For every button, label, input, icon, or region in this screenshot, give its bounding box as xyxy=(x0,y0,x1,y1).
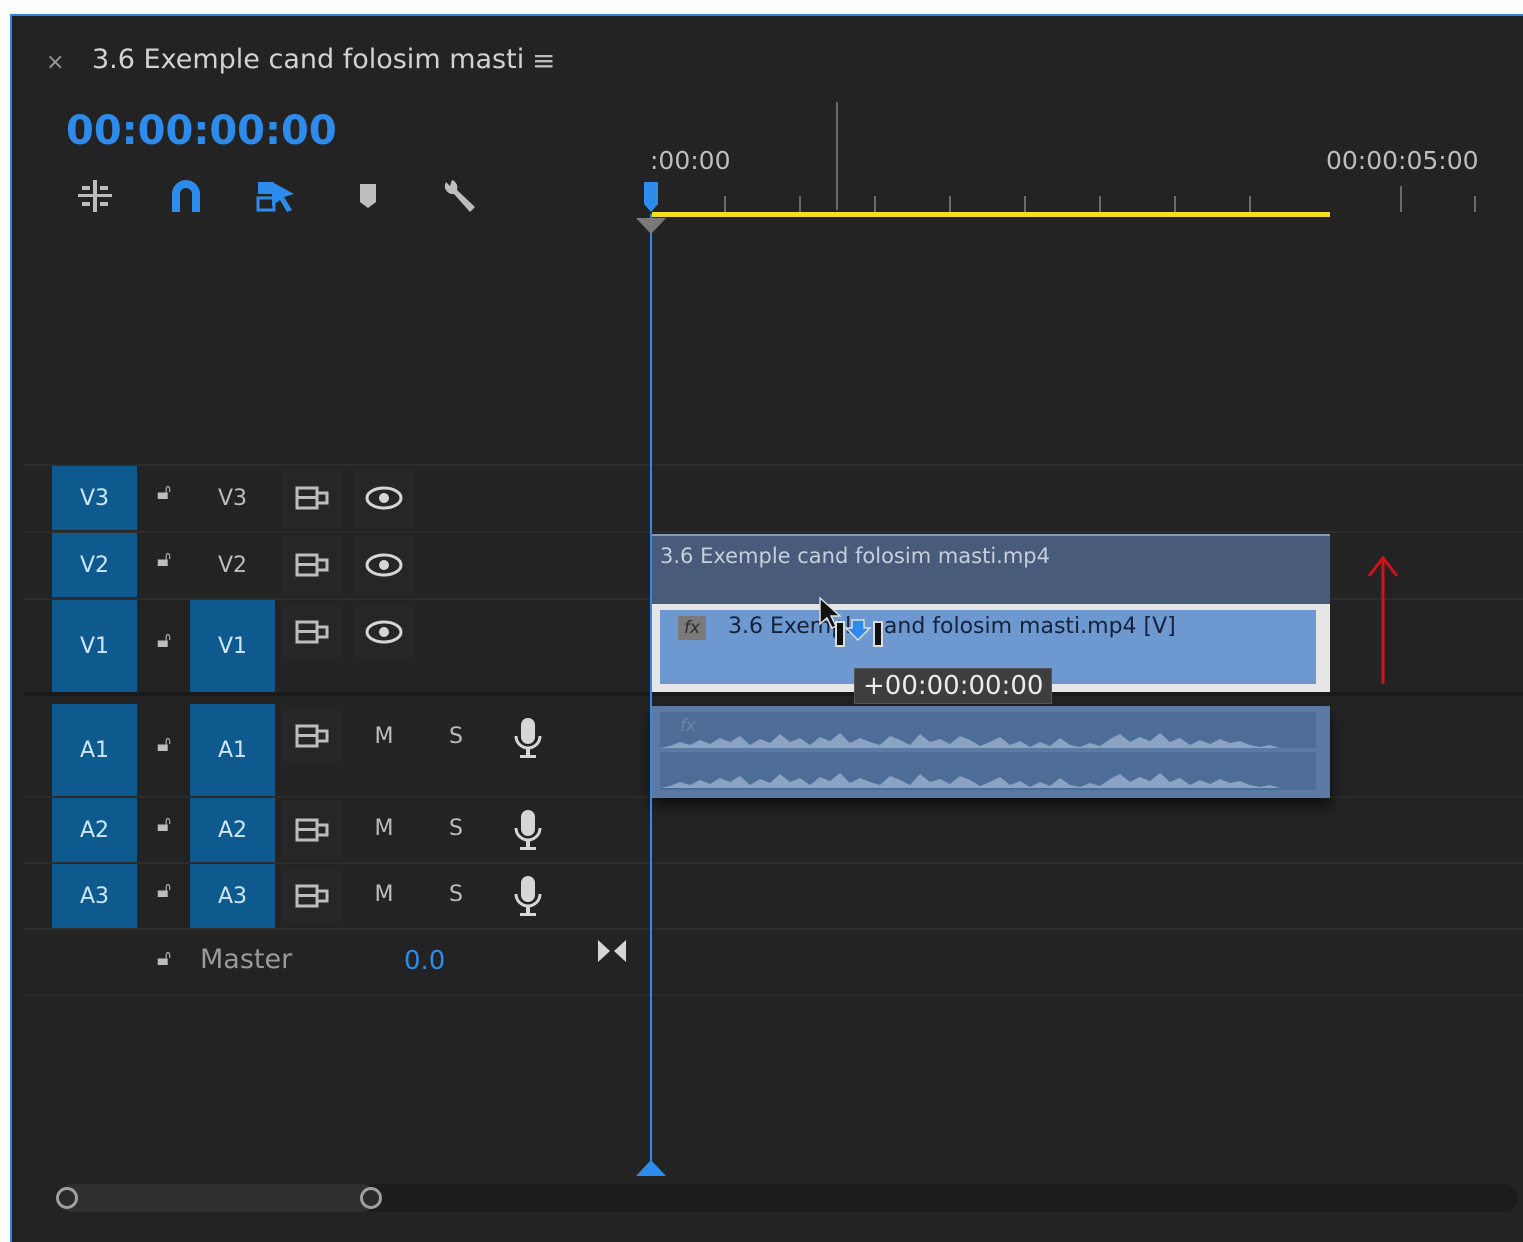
linked-selection-icon[interactable] xyxy=(254,176,298,216)
dragged-clip-ghost[interactable]: 3.6 Exemple cand folosim masti.mp4 xyxy=(652,534,1330,606)
master-track-label: Master xyxy=(200,944,293,975)
ruler-tick xyxy=(874,196,876,212)
track-lock-icon[interactable]: 🔓︎ xyxy=(146,732,182,757)
fx-badge[interactable]: fx xyxy=(678,616,706,640)
ruler-tick xyxy=(1174,196,1176,212)
playhead-bottom-marker xyxy=(634,1158,668,1182)
close-tab-icon[interactable]: × xyxy=(46,50,64,75)
ruler-tick xyxy=(724,196,726,212)
track-target-v3[interactable]: V3 xyxy=(190,466,275,530)
track-lock-icon[interactable]: 🔓︎ xyxy=(146,628,182,653)
sync-lock-icon[interactable] xyxy=(282,602,342,662)
track-target-v1[interactable]: V1 xyxy=(190,600,275,692)
zoom-scrollbar-right-handle[interactable] xyxy=(360,1187,382,1209)
track-target-a3[interactable]: A3 xyxy=(190,864,275,928)
source-patch-v1[interactable]: V1 xyxy=(52,600,137,692)
voice-over-record-mic-icon[interactable] xyxy=(512,716,544,764)
toggle-output-eye-icon[interactable] xyxy=(354,602,414,662)
source-patch-v2[interactable]: V2 xyxy=(52,533,137,597)
voice-over-record-mic-icon[interactable] xyxy=(512,808,544,856)
mute-track-button[interactable]: M xyxy=(364,724,404,749)
dragged-clip-label: 3.6 Exemple cand folosim masti.mp4 xyxy=(660,544,1050,568)
track-lock-icon[interactable]: 🔓︎ xyxy=(146,547,182,572)
ruler-tick xyxy=(949,196,951,212)
playhead-line[interactable] xyxy=(650,214,652,1174)
sync-lock-icon[interactable] xyxy=(282,800,342,860)
video-clip-label: 3.6 Exemple cand folosim masti.mp4 [V] xyxy=(728,614,1176,639)
sync-lock-icon[interactable] xyxy=(282,706,342,766)
expand-track-height-icon[interactable] xyxy=(596,938,628,968)
source-patch-a2[interactable]: A2 xyxy=(52,798,137,862)
ruler-tick xyxy=(1099,196,1101,212)
master-lock-icon[interactable]: 🔓︎ xyxy=(146,946,182,971)
insert-nest-icon[interactable] xyxy=(74,176,118,216)
add-marker-icon[interactable] xyxy=(346,176,390,216)
solo-track-button[interactable]: S xyxy=(436,882,476,907)
track-lock-icon[interactable]: 🔓︎ xyxy=(146,812,182,837)
zoom-scrollbar-left-handle[interactable] xyxy=(56,1187,78,1209)
track-target-v2[interactable]: V2 xyxy=(190,533,275,597)
sync-lock-icon[interactable] xyxy=(282,468,342,528)
audio-waveform xyxy=(660,733,1316,788)
ruler-tick xyxy=(799,196,801,212)
snap-magnet-icon[interactable] xyxy=(164,176,208,216)
work-area-bar[interactable] xyxy=(652,212,1330,217)
source-patch-a3[interactable]: A3 xyxy=(52,864,137,928)
drag-offset-tooltip: +00:00:00:00 xyxy=(854,668,1053,704)
panel-menu-icon[interactable]: ≡ xyxy=(532,44,555,77)
ruler-start-label: :00:00 xyxy=(650,146,731,175)
annotation-up-arrow-icon xyxy=(1366,554,1400,692)
drag-cursor-icon xyxy=(818,596,898,660)
mute-track-button[interactable]: M xyxy=(364,816,404,841)
ruler-major-tick xyxy=(836,102,838,210)
ruler-end-label: 00:00:05:00 xyxy=(1326,146,1479,175)
mute-track-button[interactable]: M xyxy=(364,882,404,907)
master-volume-value[interactable]: 0.0 xyxy=(404,946,445,976)
timeline-settings-wrench-icon[interactable] xyxy=(436,176,480,216)
zoom-scrollbar-thumb[interactable] xyxy=(58,1184,376,1212)
source-patch-a1[interactable]: A1 xyxy=(52,704,137,796)
sequence-tab-title[interactable]: 3.6 Exemple cand folosim masti xyxy=(92,44,524,75)
sync-lock-icon[interactable] xyxy=(282,866,342,926)
toggle-output-eye-icon[interactable] xyxy=(354,468,414,528)
ruler-major-tick xyxy=(1400,186,1402,212)
playhead-top-marker xyxy=(634,216,668,240)
track-lock-icon[interactable]: 🔓︎ xyxy=(146,878,182,903)
ruler-tick xyxy=(1249,196,1251,212)
solo-track-button[interactable]: S xyxy=(436,724,476,749)
voice-over-record-mic-icon[interactable] xyxy=(512,874,544,922)
track-lock-icon[interactable]: 🔓︎ xyxy=(146,480,182,505)
ruler-tick xyxy=(1474,196,1476,212)
playhead-handle[interactable] xyxy=(642,180,660,218)
track-target-a2[interactable]: A2 xyxy=(190,798,275,862)
ruler-tick xyxy=(1024,196,1026,212)
toggle-output-eye-icon[interactable] xyxy=(354,535,414,595)
track-target-a1[interactable]: A1 xyxy=(190,704,275,796)
audio-clip-a1[interactable]: fx xyxy=(652,706,1330,798)
sync-lock-icon[interactable] xyxy=(282,535,342,595)
source-patch-v3[interactable]: V3 xyxy=(52,466,137,530)
solo-track-button[interactable]: S xyxy=(436,816,476,841)
timeline-panel: × 3.6 Exemple cand folosim masti ≡ 00:00… xyxy=(10,14,1523,1242)
playhead-timecode[interactable]: 00:00:00:00 xyxy=(66,108,337,154)
